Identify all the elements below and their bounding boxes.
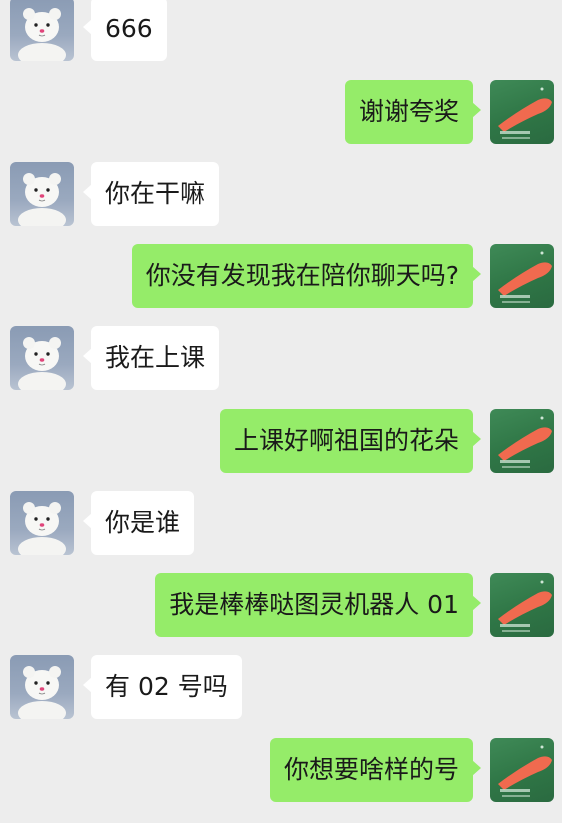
- message-row-outgoing: 你没有发现我在陪你聊天吗?: [0, 244, 562, 308]
- message-row-incoming: 有 02 号吗: [0, 655, 562, 719]
- message-row-incoming: 你在干嘛: [0, 162, 562, 226]
- cartoon-hand-icon: [498, 251, 552, 303]
- message-row-incoming: 我在上课: [0, 326, 562, 390]
- bear-icon: [18, 337, 66, 390]
- bear-icon: [18, 502, 66, 555]
- cartoon-hand-icon: [498, 416, 552, 468]
- message-row-incoming: 666: [0, 0, 562, 61]
- message-row-outgoing: 上课好啊祖国的花朵: [0, 409, 562, 473]
- message-bubble[interactable]: 你没有发现我在陪你聊天吗?: [131, 244, 482, 308]
- bear-icon: [18, 8, 66, 61]
- green-cartoon-avatar[interactable]: [490, 244, 554, 308]
- bear-avatar[interactable]: [10, 655, 74, 719]
- green-cartoon-avatar[interactable]: [490, 738, 554, 802]
- message-bubble[interactable]: 我是棒棒哒图灵机器人 01: [155, 573, 481, 637]
- message-row-outgoing: 你想要啥样的号: [0, 738, 562, 802]
- cartoon-hand-icon: [498, 87, 552, 139]
- message-row-outgoing: 我是棒棒哒图灵机器人 01: [0, 573, 562, 637]
- message-bubble[interactable]: 谢谢夸奖: [344, 80, 482, 144]
- bear-icon: [18, 173, 66, 226]
- message-bubble[interactable]: 你在干嘛: [82, 162, 220, 226]
- message-row-incoming: 你是谁: [0, 491, 562, 555]
- message-bubble[interactable]: 有 02 号吗: [83, 655, 242, 719]
- message-bubble[interactable]: 上课好啊祖国的花朵: [219, 409, 482, 473]
- bear-icon: [18, 666, 66, 719]
- message-bubble[interactable]: 你是谁: [82, 491, 195, 555]
- bear-avatar[interactable]: [10, 491, 74, 555]
- message-bubble[interactable]: 我在上课: [82, 326, 220, 390]
- message-bubble[interactable]: 666: [83, 0, 167, 61]
- bear-avatar[interactable]: [10, 162, 74, 226]
- bear-avatar[interactable]: [10, 326, 74, 390]
- cartoon-hand-icon: [498, 580, 552, 632]
- green-cartoon-avatar[interactable]: [490, 80, 554, 144]
- message-bubble[interactable]: 你想要啥样的号: [269, 738, 482, 802]
- message-row-outgoing: 谢谢夸奖: [0, 80, 562, 144]
- green-cartoon-avatar[interactable]: [490, 573, 554, 637]
- cartoon-hand-icon: [498, 745, 552, 797]
- green-cartoon-avatar[interactable]: [490, 409, 554, 473]
- bear-avatar[interactable]: [10, 0, 74, 61]
